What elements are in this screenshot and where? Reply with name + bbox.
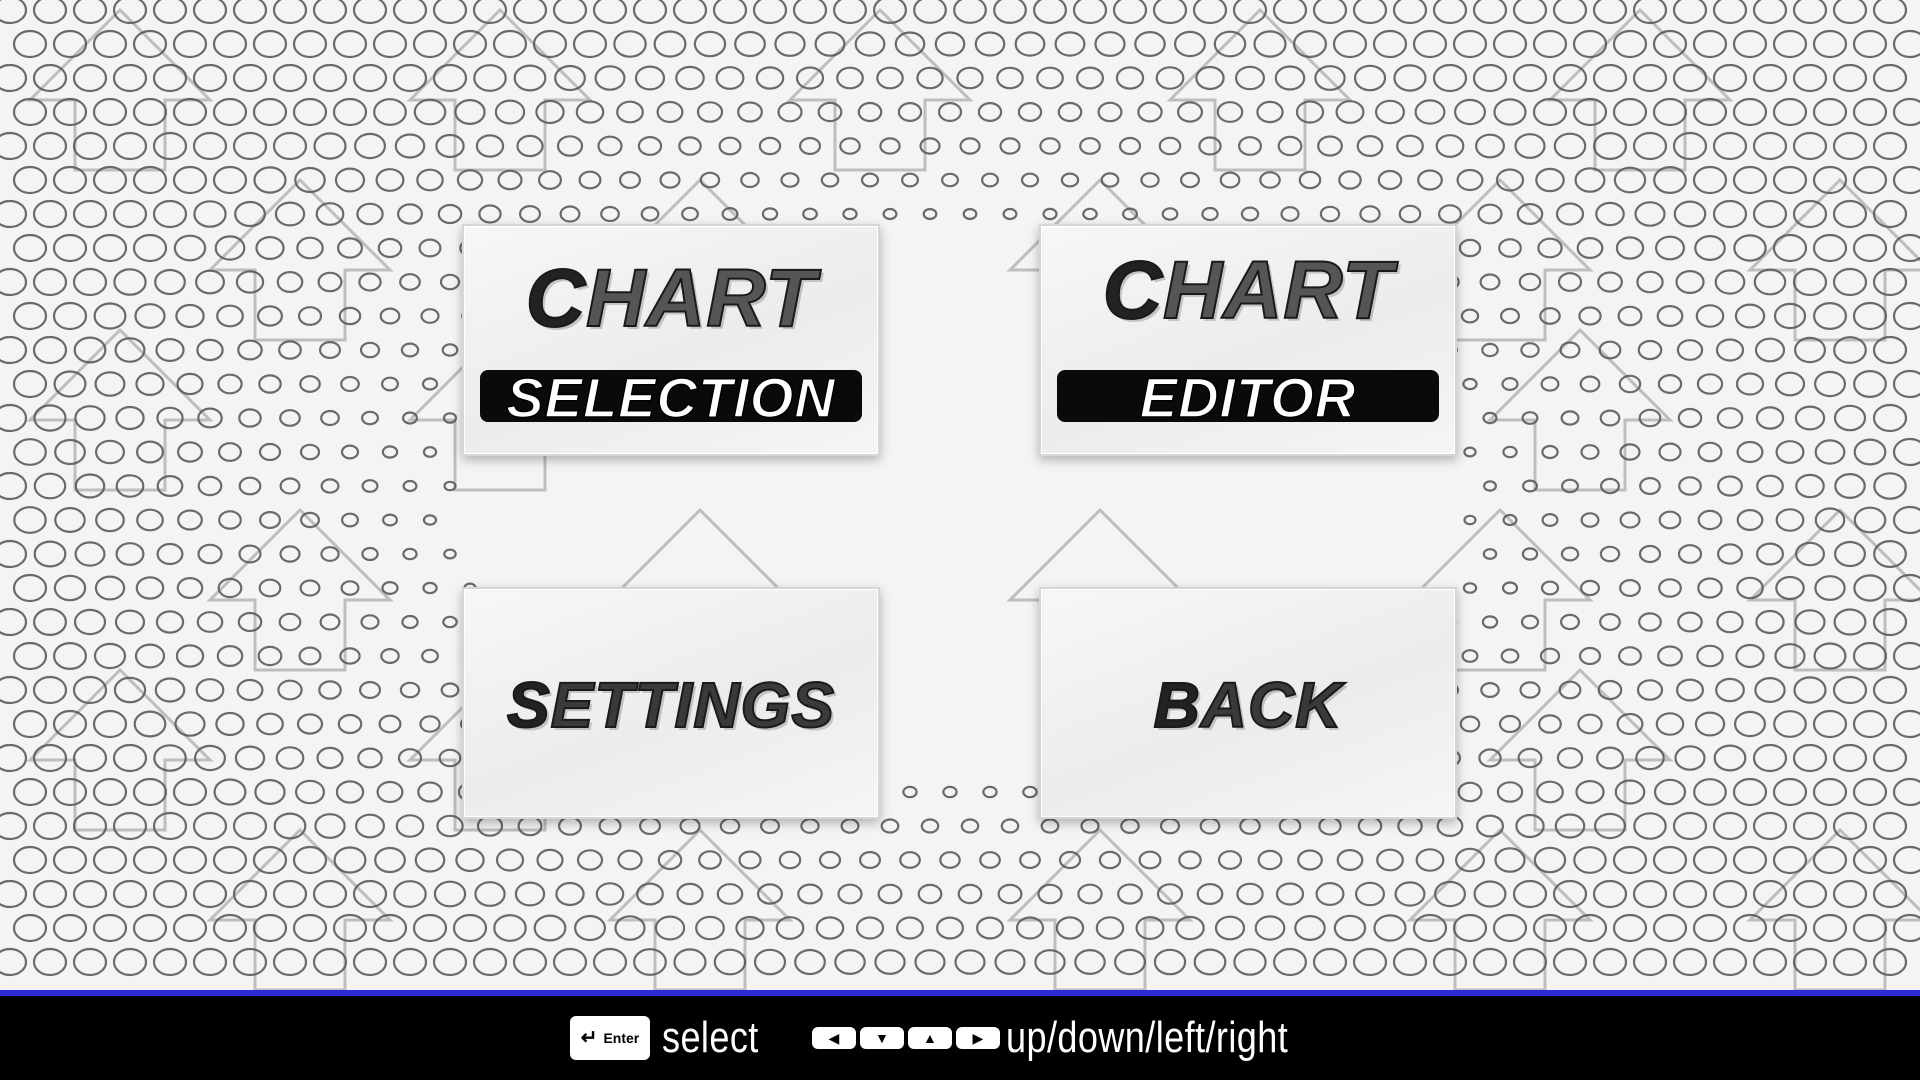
select-hint-label: select xyxy=(661,1013,759,1062)
background-pattern xyxy=(0,0,1920,990)
back-label: BACK xyxy=(1153,668,1343,742)
arrow-up-icon: ▲ xyxy=(907,1027,952,1049)
back-button[interactable]: BACK xyxy=(1039,587,1457,819)
main-menu-screen: CHART SELECTION CHART EDITOR SETTINGS BA… xyxy=(0,0,1920,1080)
footer-hint-bar: ↵ Enter select ◀ ▼ ▲ ▶ up/down/left/righ… xyxy=(0,990,1920,1080)
chart-selection-title: CHART xyxy=(525,253,817,345)
chart-selection-subtitle: SELECTION xyxy=(480,370,862,422)
enter-key-label: Enter xyxy=(603,1030,640,1046)
chart-editor-title: CHART xyxy=(1102,245,1394,337)
settings-label: SETTINGS xyxy=(506,668,836,742)
arrow-down-icon: ▼ xyxy=(859,1027,904,1049)
enter-arrow-icon: ↵ xyxy=(580,1027,598,1049)
enter-key-badge: ↵ Enter xyxy=(569,1016,650,1060)
chart-editor-button[interactable]: CHART EDITOR xyxy=(1039,224,1457,456)
arrow-keys-group: ◀ ▼ ▲ ▶ xyxy=(811,1027,1000,1049)
navigation-hint-label: up/down/left/right xyxy=(1005,1013,1289,1062)
chart-editor-subtitle: EDITOR xyxy=(1057,370,1439,422)
footer-hints: ↵ Enter select ◀ ▼ ▲ ▶ up/down/left/righ… xyxy=(0,996,1920,1080)
settings-button[interactable]: SETTINGS xyxy=(462,587,880,819)
arrow-left-icon: ◀ xyxy=(811,1027,856,1049)
arrow-right-icon: ▶ xyxy=(955,1027,1000,1049)
chart-selection-button[interactable]: CHART SELECTION xyxy=(462,224,880,456)
